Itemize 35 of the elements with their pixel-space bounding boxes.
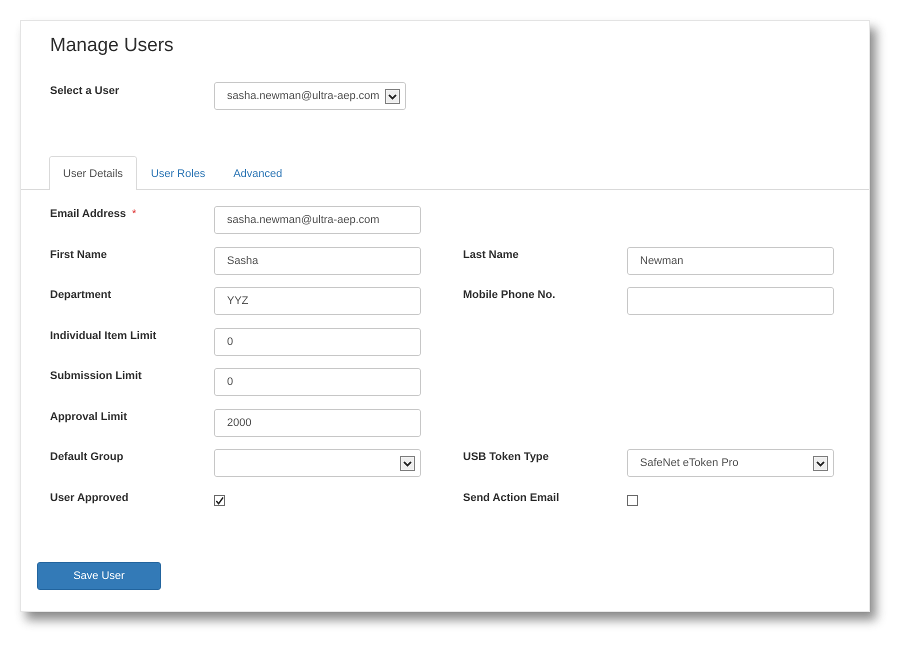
text-field[interactable]: 0	[214, 368, 421, 396]
text-field[interactable]: Newman	[627, 246, 834, 274]
tab[interactable]: User Roles	[136, 156, 220, 190]
checkbox[interactable]	[627, 495, 638, 506]
field-label: Send Action Email	[463, 490, 560, 506]
text-field[interactable]: YYZ	[214, 287, 421, 315]
field-label: Individual Item Limit	[50, 328, 158, 344]
field-label: Submission Limit	[50, 369, 143, 384]
text-field[interactable]: 0	[214, 328, 421, 356]
dropdown-caret-icon[interactable]	[385, 88, 400, 104]
dropdown-caret-icon[interactable]	[400, 456, 415, 470]
text-field[interactable]: 2000	[214, 408, 421, 436]
field-label: Email Address	[50, 208, 126, 222]
select-field[interactable]: SafeNet eToken Pro	[627, 449, 834, 477]
field-label: Department	[50, 288, 112, 303]
field-label: USB Token Type	[463, 450, 550, 465]
user-select[interactable]: sasha.newman@ultra-aep.com	[214, 82, 406, 110]
tab[interactable]: User Details	[49, 156, 137, 190]
checkbox[interactable]	[214, 495, 225, 506]
text-field[interactable]	[627, 287, 834, 315]
text-field[interactable]: Sasha	[214, 246, 421, 274]
page-title: Manage Users	[50, 35, 175, 58]
dropdown-caret-icon[interactable]	[813, 456, 828, 470]
field-label: Mobile Phone No.	[463, 288, 556, 303]
save-user-button[interactable]: Save User	[37, 562, 161, 590]
text-field[interactable]: sasha.newman@ultra-aep.com	[214, 206, 421, 234]
field-label: Last Name	[463, 248, 520, 262]
field-label: First Name	[50, 248, 108, 262]
field-label: User Approved	[50, 490, 130, 506]
field-label: Select a User	[50, 84, 120, 97]
tab[interactable]: Advanced	[219, 156, 296, 190]
field-label: Approval Limit	[50, 410, 128, 424]
field-label: Default Group	[50, 450, 124, 465]
required-mark: *	[132, 208, 136, 222]
select-field[interactable]	[214, 449, 421, 477]
